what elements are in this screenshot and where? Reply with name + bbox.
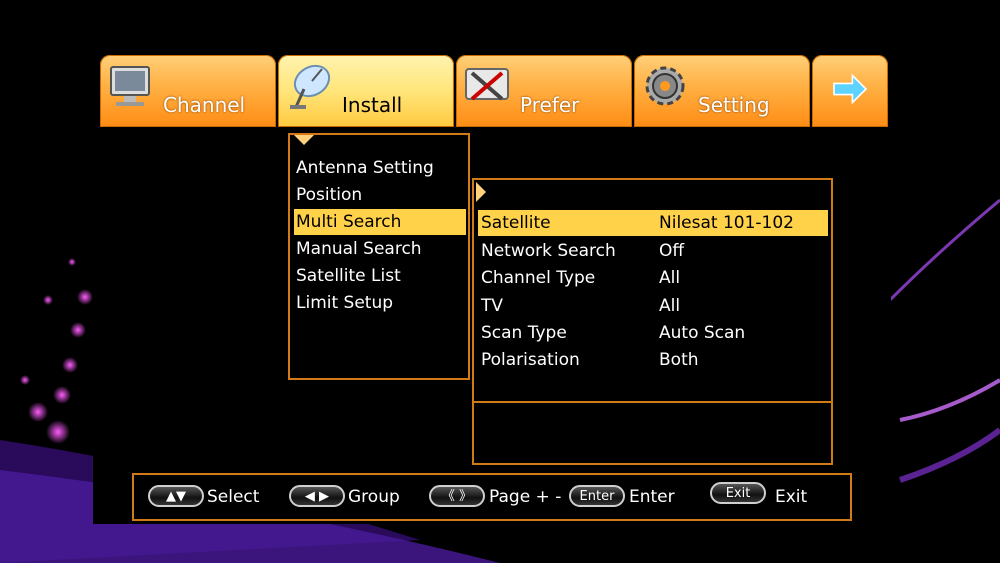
submenu-item-limit-setup[interactable]: Limit Setup [294,290,466,316]
setting-label: TV [481,296,504,316]
panel-pointer-icon [476,182,486,202]
gear-icon [645,66,685,106]
up-down-key-icon: ▲▼ [148,485,204,507]
help-group-label: Group [348,487,400,507]
tools-icon [465,68,509,101]
tab-install[interactable]: Install [278,55,454,127]
tab-channel-label: Channel [163,93,246,117]
left-right-key-icon: ◀ ▶ [289,485,345,507]
setting-value: Auto Scan [659,323,746,343]
setting-value: All [659,268,681,288]
setting-row-channel-type[interactable]: Channel Type All [478,265,828,291]
setting-row-polarisation[interactable]: Polarisation Both [478,347,828,373]
tab-prefer[interactable]: Prefer [456,55,632,127]
monitor-icon [110,66,150,106]
tab-prefer-label: Prefer [520,93,580,117]
satellite-dish-icon [290,64,331,109]
arrow-right-icon [833,73,868,105]
tab-next[interactable] [812,55,888,127]
submenu-item-manual-search[interactable]: Manual Search [294,236,466,262]
submenu-item-satellite-list[interactable]: Satellite List [294,263,466,289]
install-submenu: Antenna Setting Position Multi Search Ma… [288,133,470,380]
setting-row-network-search[interactable]: Network Search Off [478,238,828,264]
panel-divider [474,401,831,403]
setting-row-satellite[interactable]: Satellite Nilesat 101-102 [478,210,828,236]
setting-label: Polarisation [481,350,580,370]
enter-key-icon: Enter [569,485,625,507]
setting-label: Network Search [481,241,616,261]
setting-label: Satellite [481,213,551,233]
main-tab-bar: Channel Install Prefer Setting [100,55,888,129]
submenu-pointer-icon [294,135,314,145]
setting-value: Both [659,350,699,370]
tab-setting[interactable]: Setting [634,55,810,127]
help-select-label: Select [207,487,260,507]
multi-search-panel: Satellite Nilesat 101-102 Network Search… [472,178,833,465]
tab-channel[interactable]: Channel [100,55,276,127]
submenu-item-position[interactable]: Position [294,182,466,208]
help-exit-label: Exit [775,487,808,507]
setting-value: Off [659,241,685,261]
submenu-item-multi-search[interactable]: Multi Search [294,209,466,235]
help-enter-label: Enter [629,487,675,507]
submenu-item-antenna-setting[interactable]: Antenna Setting [294,155,466,181]
key-help-bar: ▲▼ Select ◀ ▶ Group 《 》 Page + - Enter E… [132,473,852,521]
setting-label: Channel Type [481,268,596,288]
setting-row-tv[interactable]: TV All [478,293,828,319]
exit-key-icon: Exit [710,482,766,504]
setting-value: Nilesat 101-102 [659,213,794,233]
setting-label: Scan Type [481,323,567,343]
page-key-icon: 《 》 [429,485,485,507]
setting-row-scan-type[interactable]: Scan Type Auto Scan [478,320,828,346]
help-page-label: Page + - [489,487,562,507]
tab-install-label: Install [342,93,403,117]
tab-setting-label: Setting [698,93,770,117]
setting-value: All [659,296,681,316]
